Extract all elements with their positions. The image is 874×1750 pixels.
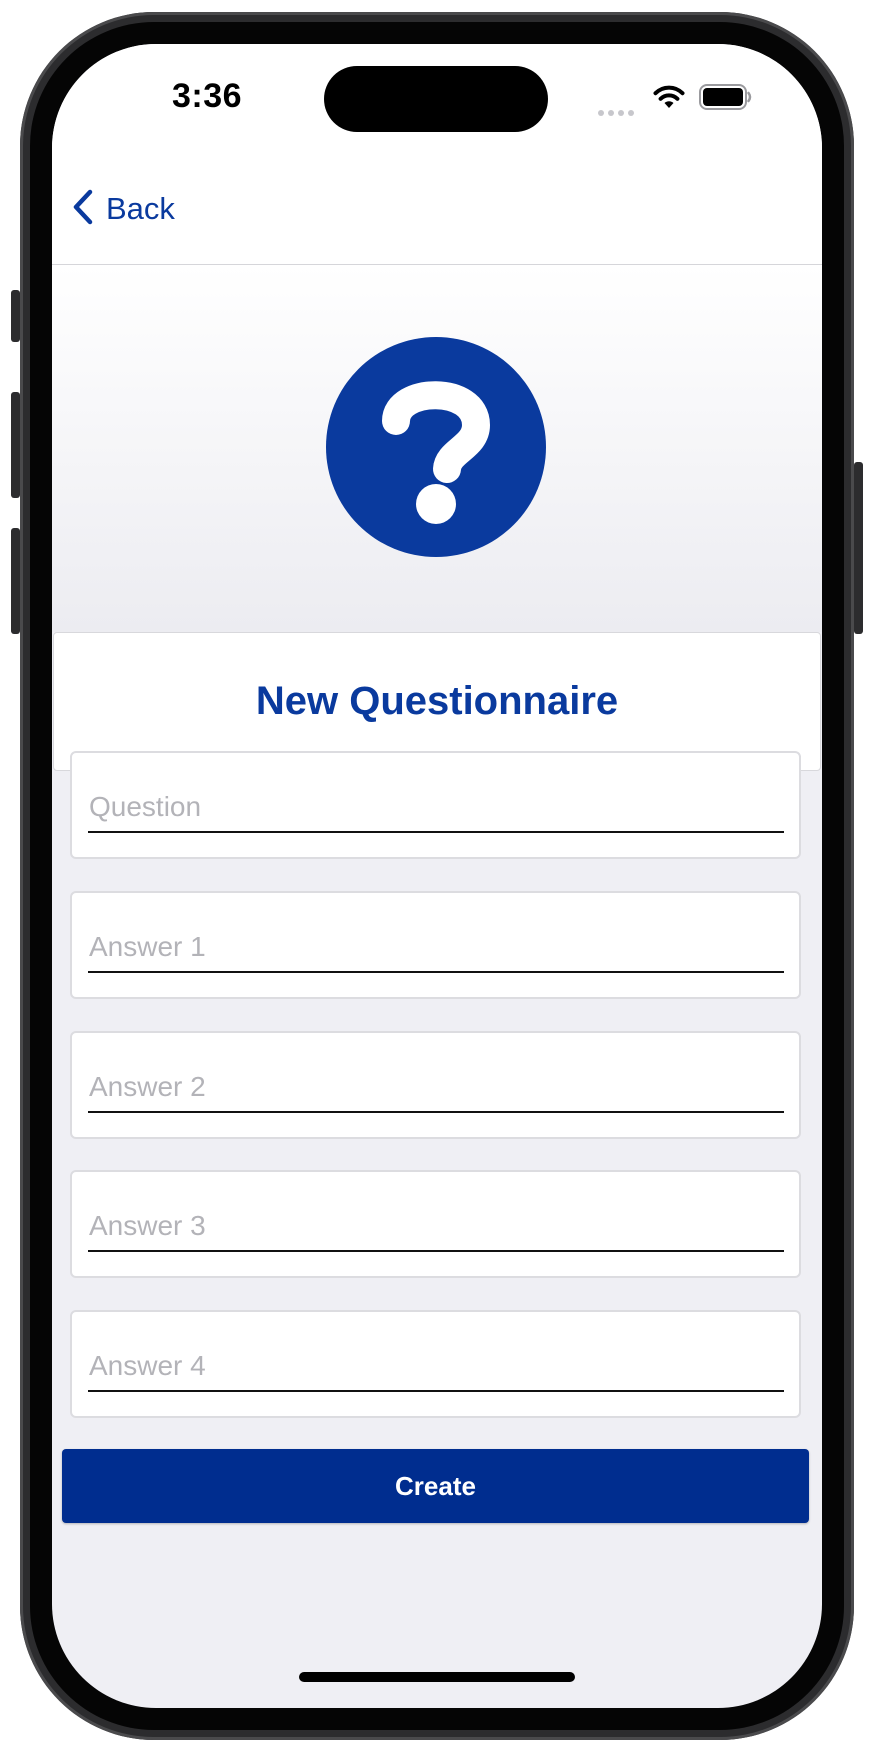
answer-2-input[interactable] [88,1063,784,1113]
action-button [11,290,20,342]
wifi-icon [652,84,686,115]
volume-up-button [11,392,20,498]
status-time: 3:36 [171,77,243,115]
navigation-bar: Back [52,154,822,265]
chevron-left-icon [72,189,94,230]
question-circle-icon [326,337,546,562]
dynamic-island [324,66,548,132]
hero-banner [52,265,822,632]
screen: 3:36 Back New Questionnaire Question Ans… [52,44,822,1708]
answer-1-field-card [70,891,801,999]
answer-3-input[interactable] [88,1202,784,1252]
back-button[interactable]: Back [72,184,175,234]
answer-4-field-card [70,1310,801,1418]
answer-3-field-card [70,1170,801,1278]
answer-4-input[interactable] [88,1342,784,1392]
back-label: Back [106,191,175,226]
volume-down-button [11,528,20,634]
question-input[interactable] [88,783,784,833]
cellular-signal-icon [598,103,638,121]
battery-icon [699,84,753,115]
home-indicator[interactable] [299,1672,575,1682]
question-field-card [70,751,801,859]
create-button[interactable]: Create [62,1449,809,1523]
answer-2-field-card [70,1031,801,1139]
page-title: New Questionnaire [255,679,619,723]
power-button [854,462,863,634]
status-bar: 3:36 [52,44,822,154]
answer-1-input[interactable] [88,923,784,973]
